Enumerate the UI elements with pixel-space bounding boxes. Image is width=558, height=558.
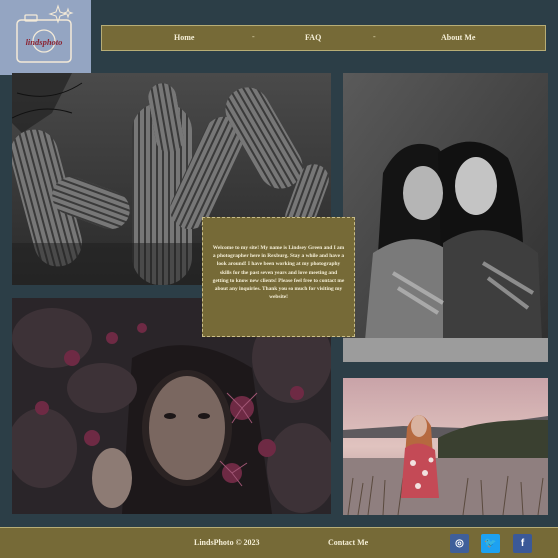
nav-faq[interactable]: FAQ bbox=[305, 33, 321, 42]
logo-text: lindsphoto bbox=[26, 37, 63, 47]
welcome-message: Welcome to my site! My name is Lindsey G… bbox=[202, 217, 355, 337]
twitter-icon[interactable]: 🐦 bbox=[481, 534, 500, 553]
instagram-icon[interactable]: ◎ bbox=[450, 534, 469, 553]
site-footer: LindsPhoto © 2023 Contact Me ◎ 🐦 f bbox=[0, 527, 558, 558]
two-women-portrait-photo bbox=[343, 73, 548, 362]
camera-logo-icon: lindsphoto bbox=[16, 4, 74, 63]
nav-home[interactable]: Home bbox=[174, 33, 194, 42]
footer-contact-link[interactable]: Contact Me bbox=[328, 538, 368, 547]
nav-separator: - bbox=[373, 32, 376, 41]
woman-in-field-photo bbox=[343, 378, 548, 515]
site-logo[interactable]: lindsphoto bbox=[0, 0, 91, 75]
main-nav: Home - FAQ - About Me bbox=[101, 25, 546, 51]
footer-copyright: LindsPhoto © 2023 bbox=[194, 538, 260, 547]
nav-separator: - bbox=[252, 32, 255, 41]
facebook-icon[interactable]: f bbox=[513, 534, 532, 553]
nav-about-me[interactable]: About Me bbox=[441, 33, 475, 42]
